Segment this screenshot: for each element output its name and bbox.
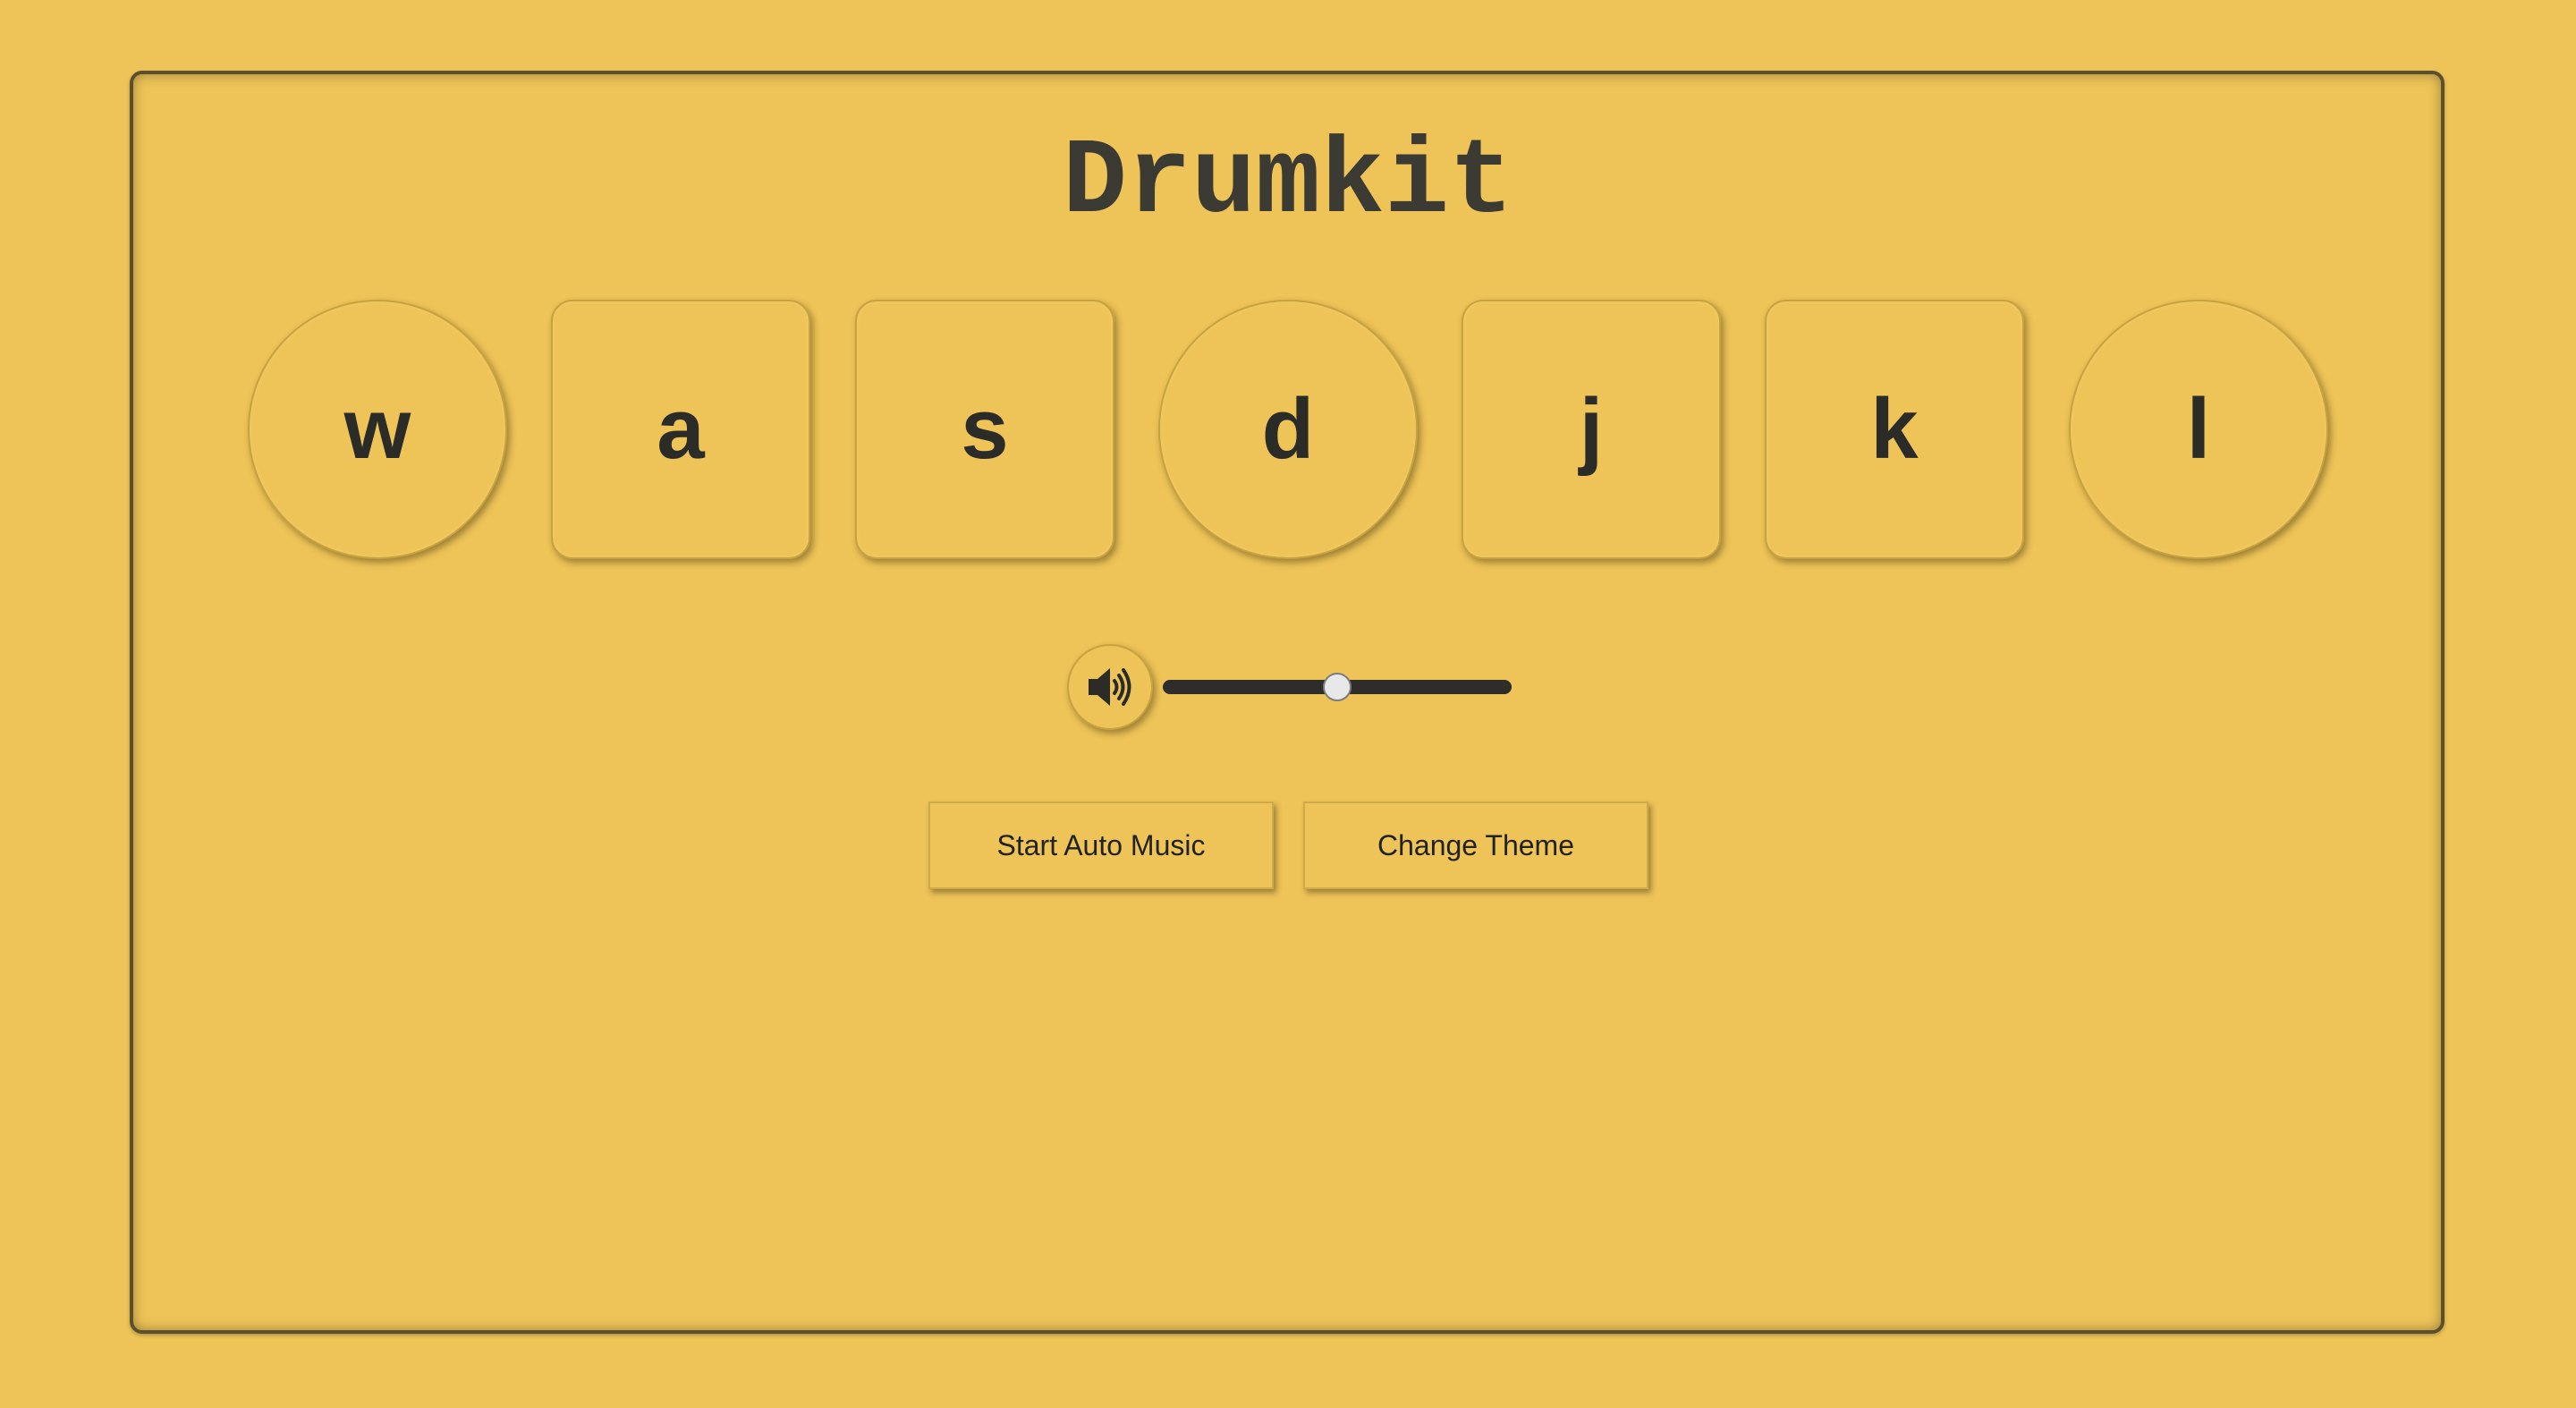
drum-key-a[interactable]: a	[551, 300, 810, 559]
app-frame	[130, 71, 2445, 1334]
drum-key-label: k	[1870, 381, 1919, 477]
drum-key-label: l	[2186, 381, 2211, 477]
drum-key-j[interactable]: j	[1462, 300, 1721, 559]
drum-key-w[interactable]: w	[248, 300, 507, 559]
drum-key-k[interactable]: k	[1765, 300, 2024, 559]
drum-key-l[interactable]: l	[2069, 300, 2328, 559]
speaker-volume-icon	[1089, 668, 1131, 706]
change-theme-button[interactable]: Change Theme	[1303, 802, 1648, 889]
drum-key-s[interactable]: s	[855, 300, 1114, 559]
volume-slider-thumb[interactable]	[1323, 673, 1352, 701]
volume-slider[interactable]	[1163, 673, 1512, 701]
drum-pad-row: w a s d j k l	[0, 300, 2576, 561]
drum-key-label: w	[343, 381, 411, 477]
drum-key-label: d	[1261, 381, 1315, 477]
page-title: Drumkit	[1062, 123, 1514, 244]
mute-toggle-button[interactable]	[1067, 644, 1153, 730]
drum-key-label: j	[1579, 381, 1604, 477]
drum-key-label: a	[657, 381, 705, 477]
drum-key-d[interactable]: d	[1158, 300, 1418, 559]
drum-key-label: s	[961, 381, 1009, 477]
start-auto-music-button[interactable]: Start Auto Music	[928, 802, 1274, 889]
